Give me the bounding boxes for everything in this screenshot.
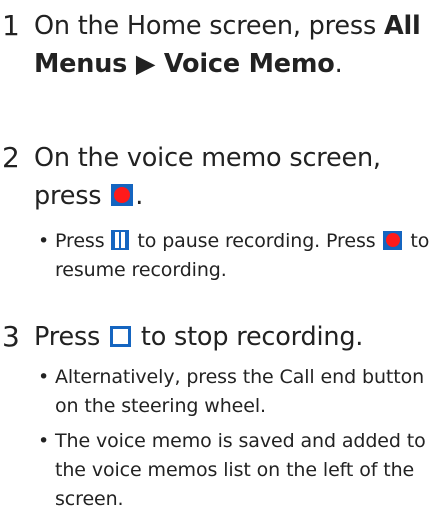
step-2-notes: Press to pause recording. Press to resum… xyxy=(36,227,436,285)
pause-icon xyxy=(111,230,130,250)
step-instruction: Press to stop recording. xyxy=(34,322,364,352)
list-item: The voice memo is saved and added to the… xyxy=(36,427,436,514)
record-icon xyxy=(111,184,134,206)
list-item: Press to pause recording. Press to resum… xyxy=(36,227,436,285)
list-item: Alternatively, press the Call end button… xyxy=(36,363,436,421)
step-number: 1 xyxy=(2,9,20,42)
step-instruction: On the Home screen, press All Menus ▶ Vo… xyxy=(34,11,421,79)
step-number: 3 xyxy=(2,320,20,353)
record-icon xyxy=(383,230,403,250)
step-instruction: On the voice memo screen, press . xyxy=(34,143,381,211)
step-3-notes: Alternatively, press the Call end button… xyxy=(36,363,436,514)
stop-icon xyxy=(110,325,132,347)
step-number: 2 xyxy=(2,141,20,174)
